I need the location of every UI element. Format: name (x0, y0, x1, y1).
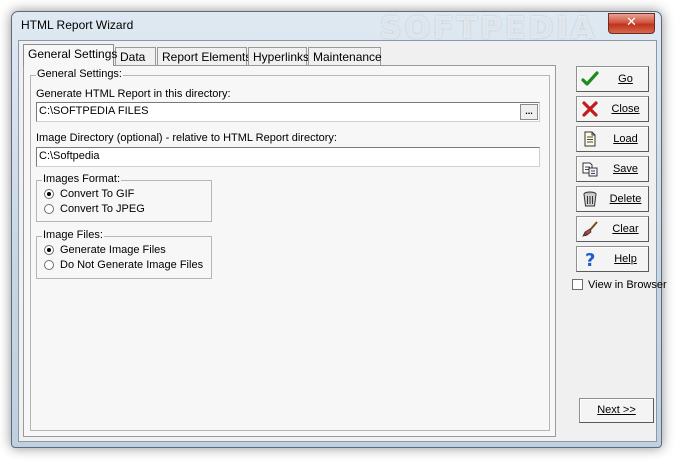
general-settings-group-label: General Settings: (36, 68, 123, 80)
view-in-browser-label: View in Browser (588, 279, 667, 291)
radio-unchecked-icon (44, 204, 54, 214)
report-dir-value: C:\SOFTPEDIA FILES (39, 105, 149, 117)
general-settings-panel: General Settings: Generate HTML Report i… (23, 65, 556, 437)
radio-generate-image-files[interactable]: Generate Image Files (44, 244, 166, 256)
general-settings-group: General Settings: Generate HTML Report i… (30, 68, 550, 431)
image-dir-value: C:\Softpedia (39, 150, 100, 162)
save-button-label: Save (612, 163, 639, 175)
image-files-group: Image Files: Generate Image Files Do Not… (36, 229, 212, 279)
radio-checked-icon (44, 189, 54, 199)
window-title: HTML Report Wizard (21, 18, 134, 32)
load-button[interactable]: Load (576, 126, 649, 152)
image-files-label: Image Files: (42, 229, 104, 241)
tab-general-settings[interactable]: General Settings (23, 44, 117, 66)
title-bar[interactable]: HTML Report Wizard SOFTPEDIA ✕ (12, 11, 661, 46)
radio-convert-gif-label: Convert To GIF (60, 188, 135, 200)
radio-generate-image-files-label: Generate Image Files (60, 244, 166, 256)
trash-can-icon (583, 191, 597, 207)
report-dir-field[interactable]: C:\SOFTPEDIA FILES ... (36, 102, 540, 122)
broom-icon (582, 221, 598, 237)
client-area: General Settings Data Report Elements Hy… (18, 40, 667, 442)
delete-button-label: Delete (609, 193, 642, 205)
red-x-icon (582, 101, 598, 117)
window-close-button[interactable]: ✕ (608, 13, 655, 34)
radio-unchecked-icon (44, 260, 54, 270)
close-icon: ✕ (626, 15, 637, 30)
report-wizard-window: HTML Report Wizard SOFTPEDIA ✕ General S… (11, 11, 667, 448)
next-button[interactable]: Next >> (579, 398, 654, 423)
images-format-group: Images Format: Convert To GIF Convert To… (36, 173, 212, 222)
images-format-label: Images Format: (42, 173, 122, 185)
radio-no-image-files-label: Do Not Generate Image Files (60, 259, 204, 271)
help-button[interactable]: ? Help (576, 246, 649, 272)
clear-button-label: Clear (612, 223, 639, 235)
radio-no-image-files[interactable]: Do Not Generate Image Files (44, 259, 203, 271)
go-button-label: Go (618, 73, 633, 85)
close-button[interactable]: Close (576, 96, 649, 122)
svg-text:?: ? (585, 250, 595, 268)
close-button-label: Close (611, 103, 640, 115)
save-button[interactable]: Save (576, 156, 649, 182)
question-mark-icon: ? (585, 250, 595, 268)
tab-hyperlinks[interactable]: Hyperlinks (248, 47, 309, 65)
report-dir-label: Generate HTML Report in this directory: (36, 88, 231, 100)
radio-convert-gif[interactable]: Convert To GIF (44, 188, 134, 200)
green-check-icon (581, 71, 599, 86)
radio-convert-jpeg[interactable]: Convert To JPEG (44, 203, 145, 215)
document-load-icon (584, 131, 596, 147)
next-button-label: Next >> (597, 404, 636, 416)
clear-button[interactable]: Clear (576, 216, 649, 242)
tab-report-elements[interactable]: Report Elements (157, 47, 251, 65)
help-button-label: Help (614, 253, 637, 265)
radio-convert-jpeg-label: Convert To JPEG (60, 203, 145, 215)
save-document-icon (582, 162, 598, 177)
tab-data[interactable]: Data (115, 47, 156, 65)
go-button[interactable]: Go (576, 66, 649, 92)
image-dir-label: Image Directory (optional) - relative to… (36, 132, 337, 144)
image-dir-field[interactable]: C:\Softpedia (36, 147, 540, 167)
load-button-label: Load (613, 133, 638, 145)
radio-checked-icon (44, 245, 54, 255)
tab-maintenance[interactable]: Maintenance (308, 47, 382, 65)
checkbox-unchecked-icon (572, 279, 583, 290)
browse-button[interactable]: ... (520, 104, 538, 120)
view-in-browser-checkbox[interactable]: View in Browser (572, 279, 667, 291)
delete-button[interactable]: Delete (576, 186, 649, 212)
